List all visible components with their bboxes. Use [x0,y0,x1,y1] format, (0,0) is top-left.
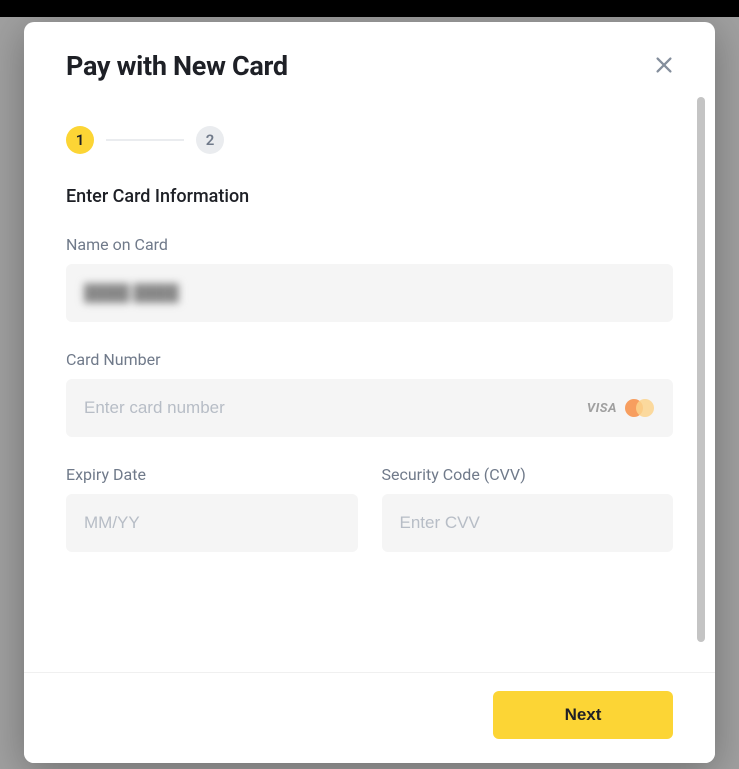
name-label: Name on Card [66,235,673,254]
modal-footer: Next [24,672,715,763]
mastercard-icon [625,398,655,418]
card-number-field: Card Number VISA [66,350,673,437]
name-input-wrap[interactable]: ████ ████ [66,264,673,322]
cvv-label: Security Code (CVV) [382,465,674,484]
close-icon [653,54,675,76]
expiry-input-wrap [66,494,358,552]
card-number-label: Card Number [66,350,673,369]
expiry-field: Expiry Date [66,465,358,552]
expiry-label: Expiry Date [66,465,358,484]
cvv-input-wrap [382,494,674,552]
modal-header: Pay with New Card [24,22,715,82]
card-brand-icons: VISA [587,398,655,418]
card-number-input-wrap: VISA [66,379,673,437]
scrollbar-thumb[interactable] [697,97,705,642]
modal-title: Pay with New Card [66,50,288,82]
visa-icon: VISA [587,401,617,416]
step-1: 1 [66,126,94,154]
name-blurred-value: ████ ████ [84,283,179,303]
step-2: 2 [196,126,224,154]
section-title: Enter Card Information [66,186,673,207]
card-number-input[interactable] [84,379,587,437]
cvv-field: Security Code (CVV) [382,465,674,552]
payment-modal: Pay with New Card 1 2 Enter Card Informa… [24,22,715,763]
progress-stepper: 1 2 [66,126,673,154]
modal-body: 1 2 Enter Card Information Name on Card … [24,82,715,672]
expiry-input[interactable] [84,494,340,552]
close-button[interactable] [649,50,679,80]
expiry-cvv-row: Expiry Date Security Code (CVV) [66,465,673,552]
name-field: Name on Card ████ ████ [66,235,673,322]
next-button[interactable]: Next [493,691,673,739]
cvv-input[interactable] [400,494,656,552]
step-connector [106,139,184,141]
